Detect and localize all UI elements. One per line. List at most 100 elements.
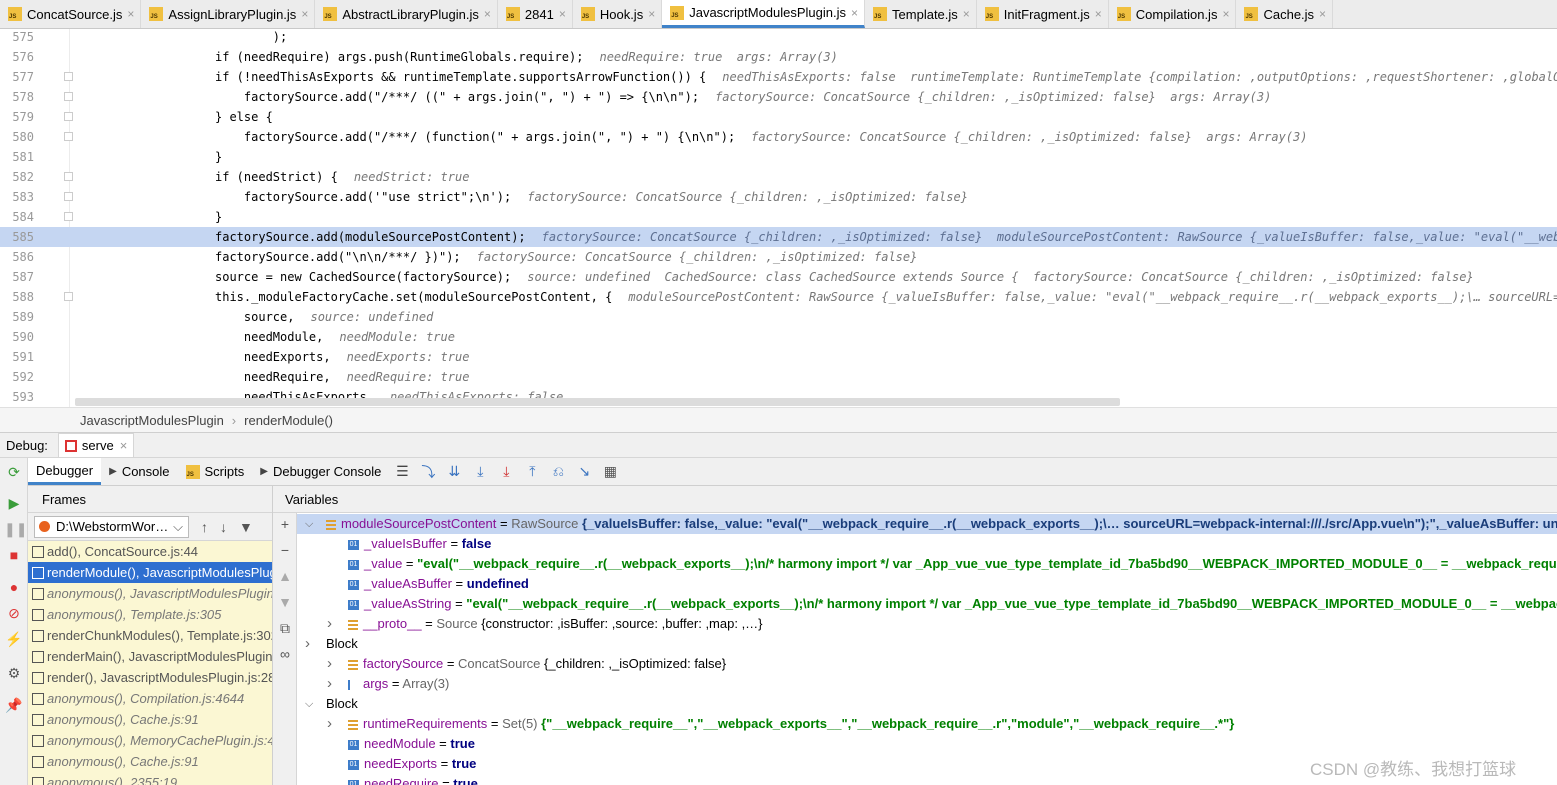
- chevron-down-icon[interactable]: ⌵: [305, 514, 313, 534]
- code-line[interactable]: 575 );: [0, 29, 1557, 47]
- frame-item[interactable]: anonymous(), Template.js:305: [28, 604, 272, 625]
- frame-item[interactable]: renderChunkModules(), Template.js:302: [28, 625, 272, 646]
- debug-tab-3[interactable]: ▶ Debugger Console: [252, 458, 389, 485]
- chevron-right-icon[interactable]: ›: [327, 614, 332, 634]
- breadcrumb-class[interactable]: JavascriptModulesPlugin: [80, 413, 224, 428]
- frame-item[interactable]: render(), JavascriptModulesPlugin.js:287: [28, 667, 272, 688]
- pin-icon[interactable]: 📌: [4, 696, 24, 714]
- variable-row[interactable]: › __proto__ = Source {constructor: ,isBuf…: [297, 614, 1557, 634]
- variable-row[interactable]: 01 _valueIsBuffer = false: [297, 534, 1557, 554]
- frame-item[interactable]: anonymous(), MemoryCachePlugin.js:45: [28, 730, 272, 751]
- code-line[interactable]: 583 factorySource.add('"use strict";\n')…: [0, 187, 1557, 207]
- fold-marker-icon[interactable]: [64, 132, 73, 141]
- chevron-right-icon[interactable]: ›: [305, 634, 310, 654]
- code-line[interactable]: 581}: [0, 147, 1557, 167]
- variable-row[interactable]: 01 _valueAsBuffer = undefined: [297, 574, 1557, 594]
- move-up-icon[interactable]: ▲: [275, 567, 295, 585]
- mute-breakpoints-icon[interactable]: ⊘: [4, 604, 24, 622]
- code-line[interactable]: 576 if (needRequire) args.push(RuntimeGlo…: [0, 47, 1557, 67]
- debug-tab-0[interactable]: Debugger: [28, 458, 102, 485]
- close-icon[interactable]: ×: [484, 7, 491, 21]
- tab-8[interactable]: JS Compilation.js ×: [1109, 0, 1237, 28]
- tab-1[interactable]: JS AssignLibraryPlugin.js ×: [141, 0, 316, 28]
- code-line[interactable]: 578 factorySource.add("/***/ ((" + args.…: [0, 87, 1557, 107]
- code-editor[interactable]: 575 ); 576 if (needRequire) args.push(Runt…: [0, 29, 1557, 407]
- drop-frame-icon[interactable]: ⎌: [545, 463, 571, 480]
- menu-icon[interactable]: ☰: [389, 463, 415, 480]
- previous-frame-icon[interactable]: ↑: [201, 519, 208, 535]
- variable-row[interactable]: › runtimeRequirements = Set(5) {"__webpac…: [297, 714, 1557, 734]
- run-to-cursor-icon[interactable]: ↘: [571, 463, 597, 480]
- tab-3[interactable]: JS 2841 ×: [498, 0, 573, 28]
- close-icon[interactable]: ×: [127, 7, 134, 21]
- code-line[interactable]: 588 this._moduleFactoryCache.set(moduleSo…: [0, 287, 1557, 307]
- tab-7[interactable]: JS InitFragment.js ×: [977, 0, 1109, 28]
- force-step-into-icon[interactable]: ⤓: [493, 463, 519, 480]
- fold-marker-icon[interactable]: [64, 212, 73, 221]
- code-line[interactable]: 577 if (!needThisAsExports && runtimeTemp…: [0, 67, 1557, 87]
- code-line[interactable]: 584}: [0, 207, 1557, 227]
- variable-row[interactable]: ⌵ moduleSourcePostContent = RawSource {_v…: [297, 514, 1557, 534]
- debug-tab-2[interactable]: JS Scripts: [178, 458, 253, 485]
- view-breakpoints-icon[interactable]: ●: [4, 578, 24, 596]
- scope-node[interactable]: › Block: [297, 634, 1557, 654]
- filter-icon[interactable]: ▼: [239, 519, 253, 535]
- copy-icon[interactable]: ⧉: [275, 619, 295, 637]
- code-line[interactable]: 591 needExports, needExports: true: [0, 347, 1557, 367]
- horizontal-scrollbar[interactable]: [75, 398, 1120, 406]
- close-icon[interactable]: ×: [1319, 7, 1326, 21]
- fold-marker-icon[interactable]: [64, 192, 73, 201]
- close-icon[interactable]: ×: [559, 7, 566, 21]
- close-icon[interactable]: ×: [301, 7, 308, 21]
- code-line[interactable]: 582 if (needStrict) {needStrict: true: [0, 167, 1557, 187]
- step-into-icon[interactable]: ⤓: [467, 463, 493, 480]
- code-line[interactable]: 579} else {: [0, 107, 1557, 127]
- evaluate-expression-icon[interactable]: ▦: [597, 463, 623, 480]
- chevron-right-icon[interactable]: ›: [327, 674, 332, 694]
- code-line[interactable]: 585 factorySource.add(moduleSourcePostCon…: [0, 227, 1557, 247]
- inline-watches-icon[interactable]: ∞: [275, 645, 295, 663]
- frame-item[interactable]: renderMain(), JavascriptModulesPlugin.js…: [28, 646, 272, 667]
- tab-9[interactable]: JS Cache.js ×: [1236, 0, 1334, 28]
- stop-icon[interactable]: ■: [4, 546, 24, 564]
- rerun-icon[interactable]: ⟳: [4, 463, 24, 481]
- code-line[interactable]: 587 source = new CachedSource(factorySour…: [0, 267, 1557, 287]
- tab-0[interactable]: JS ConcatSource.js ×: [0, 0, 142, 28]
- variable-row[interactable]: › factorySource = ConcatSource {_children…: [297, 654, 1557, 674]
- settings-icon[interactable]: ⚙: [4, 664, 24, 682]
- step-over-icon[interactable]: ⇊: [441, 463, 467, 480]
- move-down-icon[interactable]: ▼: [275, 593, 295, 611]
- fold-marker-icon[interactable]: [64, 292, 73, 301]
- tab-6[interactable]: JS Template.js ×: [865, 0, 977, 28]
- scope-node[interactable]: ⌵ Block: [297, 694, 1557, 714]
- code-line[interactable]: 589 source, source: undefined: [0, 307, 1557, 327]
- chevron-down-icon[interactable]: ⌵: [305, 694, 313, 714]
- debug-session-tab[interactable]: serve ×: [57, 433, 135, 457]
- code-line[interactable]: 592 needRequire, needRequire: true: [0, 367, 1557, 387]
- step-out-icon[interactable]: ⤒: [519, 463, 545, 480]
- code-line[interactable]: 590 needModule, needModule: true: [0, 327, 1557, 347]
- fold-marker-icon[interactable]: [64, 72, 73, 81]
- frame-item[interactable]: add(), ConcatSource.js:44: [28, 541, 272, 562]
- tab-4[interactable]: JS Hook.js ×: [573, 0, 663, 28]
- frame-item[interactable]: anonymous(), 2355:19: [28, 772, 272, 785]
- tab-5[interactable]: JS JavascriptModulesPlugin.js ×: [662, 0, 866, 28]
- chevron-right-icon[interactable]: ›: [327, 654, 332, 674]
- close-icon[interactable]: ×: [851, 6, 858, 20]
- close-icon[interactable]: ×: [648, 7, 655, 21]
- breadcrumb-method[interactable]: renderModule(): [244, 413, 333, 428]
- code-line[interactable]: 586 factorySource.add("\n\n/***/ })"); fac…: [0, 247, 1557, 267]
- next-frame-icon[interactable]: ↓: [220, 519, 227, 535]
- frame-item[interactable]: anonymous(), Cache.js:91: [28, 751, 272, 772]
- code-line[interactable]: 580 factorySource.add("/***/ (function("…: [0, 127, 1557, 147]
- close-icon[interactable]: ×: [120, 438, 128, 453]
- remove-watch-icon[interactable]: −: [275, 541, 295, 559]
- frame-item[interactable]: renderModule(), JavascriptModulesPlugin.…: [28, 562, 272, 583]
- pause-icon[interactable]: ❚❚: [4, 520, 27, 538]
- close-icon[interactable]: ×: [963, 7, 970, 21]
- close-icon[interactable]: ×: [1222, 7, 1229, 21]
- tab-2[interactable]: JS AbstractLibraryPlugin.js ×: [315, 0, 498, 28]
- fold-marker-icon[interactable]: [64, 112, 73, 121]
- fold-marker-icon[interactable]: [64, 92, 73, 101]
- add-watch-icon[interactable]: +: [275, 515, 295, 533]
